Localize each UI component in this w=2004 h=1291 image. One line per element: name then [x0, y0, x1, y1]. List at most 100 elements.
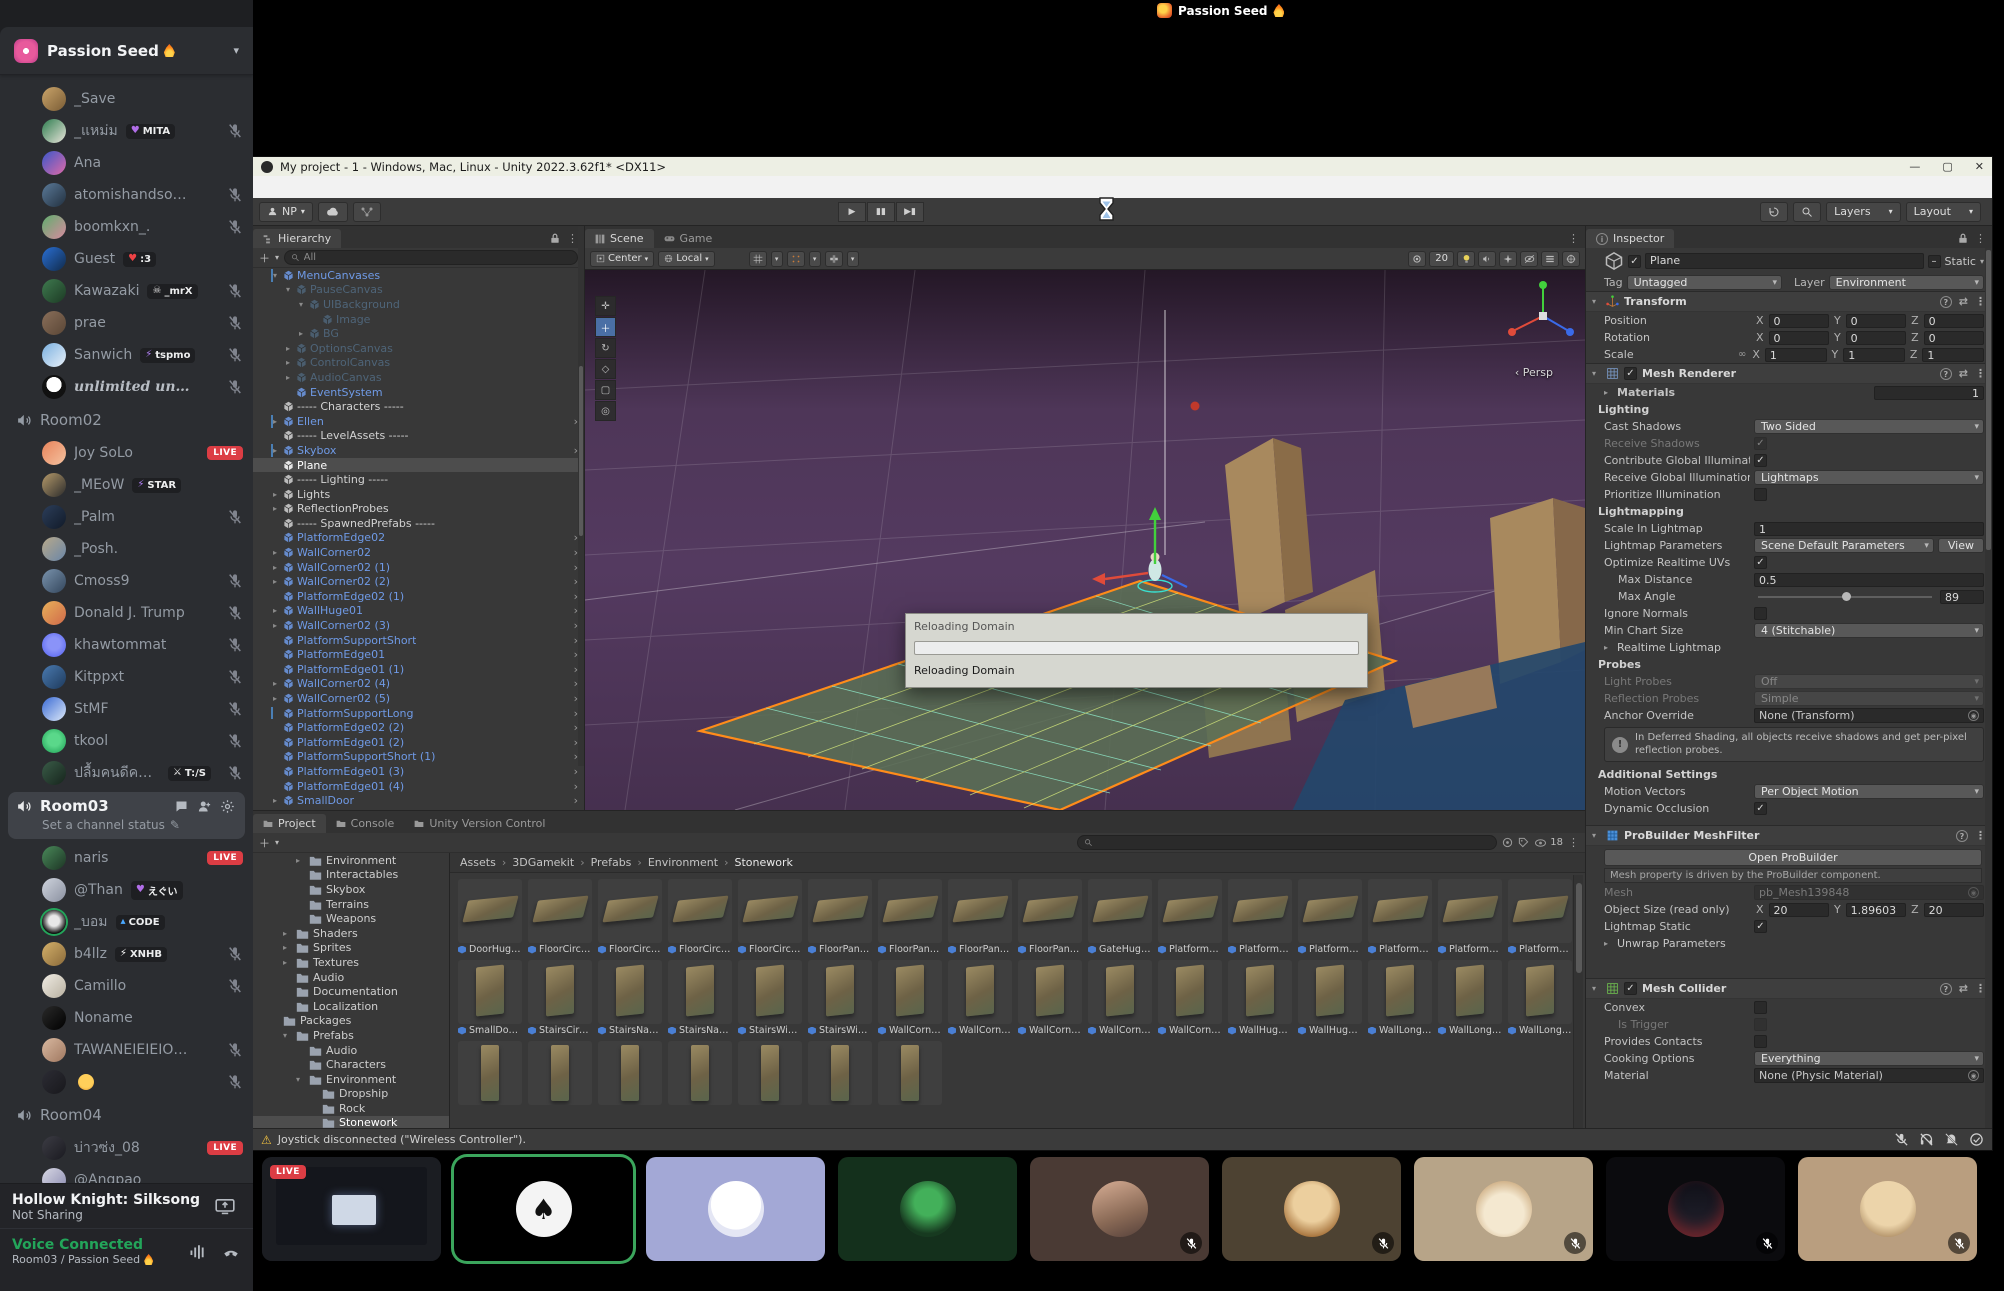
- asset-tile[interactable]: FloorCircul...: [738, 879, 802, 955]
- perspective-label[interactable]: ‹ Persp: [1515, 366, 1553, 379]
- hierarchy-item[interactable]: Image ›: [253, 312, 584, 327]
- hierarchy-item[interactable]: ▸ Skybox ›: [253, 443, 584, 458]
- asset-tile[interactable]: PlatformL...: [1368, 879, 1432, 955]
- breadcrumb-stonework[interactable]: Stonework: [734, 856, 792, 869]
- hierarchy-item[interactable]: ▸ ControlCanvas ›: [253, 356, 584, 371]
- optimize-uv-checkbox[interactable]: ✓: [1754, 556, 1767, 569]
- hierarchy-item[interactable]: ▸ WallCorner02 (5) ›: [253, 691, 584, 706]
- asset-tile[interactable]: [458, 1041, 522, 1105]
- hierarchy-item[interactable]: ▸ WallCorner02 ›: [253, 545, 584, 560]
- foldout-arrow-icon[interactable]: ▸: [283, 358, 293, 367]
- server-header[interactable]: Passion Seed ▾: [0, 27, 253, 75]
- camera-speed-value[interactable]: 20: [1429, 251, 1454, 267]
- effects-dropdown[interactable]: [1499, 251, 1517, 267]
- tab-scene[interactable]: Scene: [585, 229, 654, 248]
- convex-checkbox[interactable]: [1754, 1001, 1767, 1014]
- hierarchy-item[interactable]: ▸ ReflectionProbes ›: [253, 502, 584, 517]
- asset-tile[interactable]: [808, 1041, 872, 1105]
- foldout-arrow-icon[interactable]: ▸: [283, 929, 292, 938]
- hierarchy-item[interactable]: ▸ SmallDoor ›: [253, 793, 584, 808]
- foldout-arrow-icon[interactable]: ▾: [283, 285, 293, 294]
- hierarchy-item[interactable]: PlatformEdge01 ›: [253, 647, 584, 662]
- breadcrumb-environment[interactable]: Environment: [648, 856, 718, 869]
- video-tile[interactable]: ♠: [454, 1157, 633, 1261]
- view-button[interactable]: View: [1938, 538, 1984, 553]
- scale-tool[interactable]: ◇: [595, 359, 616, 379]
- scene-audio-toggle[interactable]: [1478, 251, 1496, 267]
- voice-member[interactable]: _Posh.: [0, 533, 253, 565]
- folder-item[interactable]: ▸ Sprites: [253, 941, 449, 956]
- asset-grid-scrollbar[interactable]: [1573, 875, 1583, 1129]
- transform-header[interactable]: ▾ Transform ?⇄⋮: [1586, 291, 1992, 312]
- status-warning-text[interactable]: Joystick disconnected ("Wireless Control…: [278, 1133, 526, 1146]
- asset-tile[interactable]: FloorPanel...: [808, 879, 872, 955]
- hierarchy-item[interactable]: ▾ UIBackground ›: [253, 297, 584, 312]
- screenshare-button[interactable]: [209, 1194, 241, 1220]
- voice-member[interactable]: Joy SoLo LIVE: [0, 437, 253, 469]
- asset-tile[interactable]: StairsWide...: [808, 960, 872, 1036]
- foldout-arrow-icon[interactable]: ▸: [270, 679, 280, 688]
- rotation-y-field[interactable]: 0: [1846, 331, 1906, 345]
- folder-item[interactable]: Characters: [253, 1057, 449, 1072]
- help-icon[interactable]: ?: [1940, 368, 1952, 380]
- folder-item[interactable]: ▸ Textures: [253, 955, 449, 970]
- asset-tile[interactable]: [668, 1041, 732, 1105]
- hidden-objects-toggle[interactable]: [1520, 251, 1538, 267]
- asset-tile[interactable]: WallLong0...: [1438, 960, 1502, 1036]
- voice-channel-room02[interactable]: Room02: [0, 403, 253, 437]
- voice-member[interactable]: unlimited universe: [0, 371, 253, 403]
- tag-dropdown[interactable]: Untagged: [1627, 275, 1782, 290]
- voice-member[interactable]: Cmoss9: [0, 565, 253, 597]
- static-dropdown-arrow[interactable]: ▾: [1980, 257, 1984, 266]
- video-tile[interactable]: [838, 1157, 1017, 1261]
- folder-item[interactable]: Audio: [253, 1043, 449, 1058]
- voice-member[interactable]: _MEoW ⚡STAR: [0, 469, 253, 501]
- folder-item[interactable]: ▸ Environment: [253, 853, 449, 868]
- voice-member[interactable]: Kitppxt: [0, 661, 253, 693]
- asset-tile[interactable]: PlatformS...: [1438, 879, 1502, 955]
- scene-lighting-toggle[interactable]: [1457, 251, 1475, 267]
- undo-history-button[interactable]: [1760, 202, 1788, 222]
- asset-tile[interactable]: StairsCircu...: [528, 960, 592, 1036]
- scale-x-field[interactable]: 1: [1765, 348, 1827, 362]
- tab-hierarchy[interactable]: Hierarchy: [253, 229, 341, 248]
- position-z-field[interactable]: 0: [1924, 314, 1984, 328]
- voice-member[interactable]: @Angpao: [0, 1164, 253, 1183]
- tool-dropdown[interactable]: ▾: [847, 251, 859, 267]
- asset-tile[interactable]: PlatformS...: [1508, 879, 1572, 955]
- hierarchy-item[interactable]: PlatformSupportShort (1) ›: [253, 750, 584, 765]
- folder-item[interactable]: ▸ Shaders: [253, 926, 449, 941]
- search-button[interactable]: [1793, 202, 1821, 222]
- hierarchy-item[interactable]: ▾ PauseCanvas ›: [253, 283, 584, 298]
- provides-contacts-checkbox[interactable]: [1754, 1035, 1767, 1048]
- prefab-open-chevron[interactable]: ›: [574, 794, 578, 807]
- hierarchy-item[interactable]: ▸ WallCorner02 (1) ›: [253, 560, 584, 575]
- search-by-type-icon[interactable]: [1502, 837, 1513, 848]
- cast-shadows-dropdown[interactable]: Two Sided: [1754, 419, 1984, 434]
- voice-signal-icon[interactable]: [189, 1244, 207, 1260]
- hierarchy-item[interactable]: PlatformEdge02 (2) ›: [253, 720, 584, 735]
- asset-tile[interactable]: FloorPanel...: [948, 879, 1012, 955]
- hierarchy-item[interactable]: ▸ WallHuge01 ›: [253, 604, 584, 619]
- tab-game[interactable]: Game: [654, 229, 723, 248]
- scale-y-field[interactable]: 1: [1843, 348, 1905, 362]
- min-chart-size-dropdown[interactable]: 4 (Stitchable): [1754, 623, 1984, 638]
- voice-member[interactable]: Sanwich ⚡tspmo: [0, 339, 253, 371]
- receive-gi-dropdown[interactable]: Lightmaps: [1754, 470, 1984, 485]
- unity-titlebar[interactable]: My project - 1 - Windows, Mac, Linux - U…: [253, 157, 1992, 176]
- video-tile[interactable]: [1798, 1157, 1977, 1261]
- folder-item[interactable]: Packages: [253, 1014, 449, 1029]
- tool-settings-toggle[interactable]: [825, 251, 843, 267]
- foldout-arrow-icon[interactable]: ▸: [270, 563, 280, 572]
- hierarchy-item[interactable]: ▸ BG ›: [253, 326, 584, 341]
- folder-item[interactable]: Dropship: [253, 1087, 449, 1102]
- position-x-field[interactable]: 0: [1769, 314, 1829, 328]
- asset-tile[interactable]: FloorPanel...: [1018, 879, 1082, 955]
- rotate-tool[interactable]: ↻: [595, 338, 616, 358]
- presets-icon[interactable]: ⇄: [1959, 982, 1968, 995]
- lock-icon[interactable]: [1958, 233, 1968, 244]
- voice-member[interactable]: boomkxn_.: [0, 211, 253, 243]
- folder-item[interactable]: ▾ Environment: [253, 1072, 449, 1087]
- folder-item[interactable]: Localization: [253, 999, 449, 1014]
- object-name-field[interactable]: Plane: [1645, 253, 1924, 269]
